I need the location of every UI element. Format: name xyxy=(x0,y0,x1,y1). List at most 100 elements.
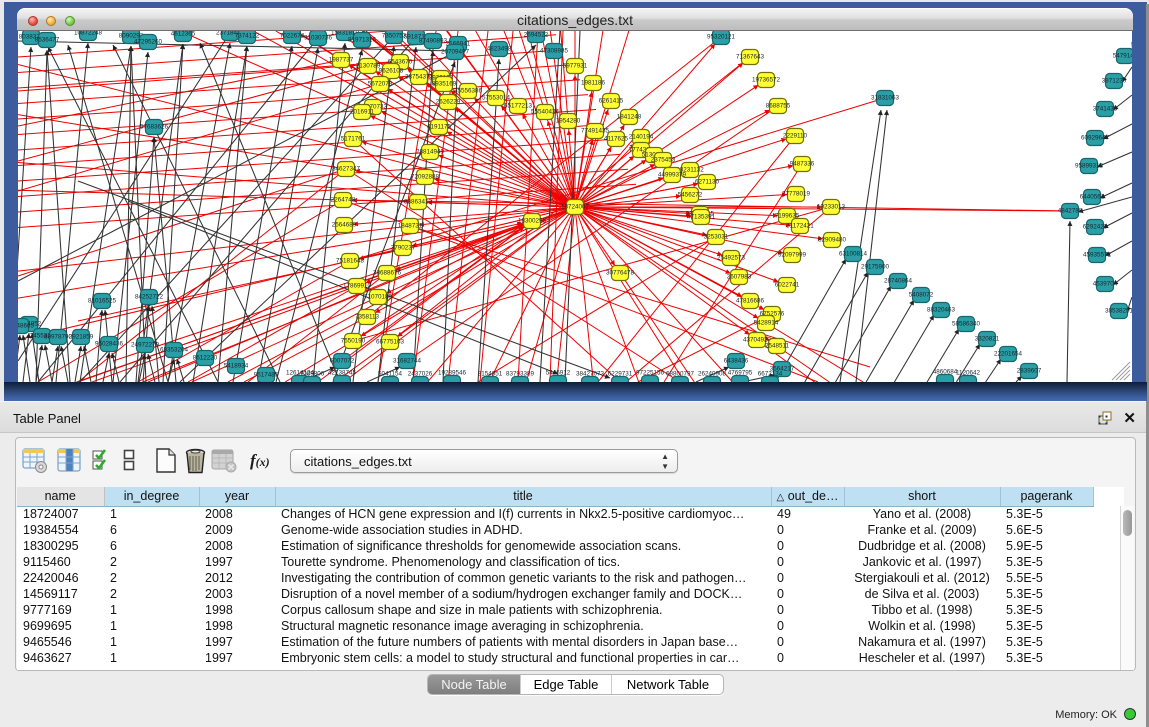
svg-text:5408072: 5408072 xyxy=(909,292,934,299)
svg-text:44999379: 44999379 xyxy=(658,172,687,179)
svg-text:4612365: 4612365 xyxy=(171,31,196,38)
svg-text:3607983: 3607983 xyxy=(727,274,752,281)
svg-text:81016525: 81016525 xyxy=(88,298,117,305)
svg-text:9626108: 9626108 xyxy=(379,68,404,75)
svg-text:6292423: 6292423 xyxy=(1083,224,1108,231)
svg-text:57683626: 57683626 xyxy=(140,124,169,131)
svg-text:18724007: 18724007 xyxy=(561,204,590,211)
svg-text:4823498: 4823498 xyxy=(487,46,512,53)
svg-text:29175900: 29175900 xyxy=(861,264,890,271)
svg-text:66775103: 66775103 xyxy=(376,339,405,346)
svg-text:6007072: 6007072 xyxy=(330,358,355,365)
svg-text:9487336: 9487336 xyxy=(790,161,815,168)
svg-text:28814949: 28814949 xyxy=(416,149,445,156)
svg-text:7022674: 7022674 xyxy=(280,33,305,40)
svg-text:8688755: 8688755 xyxy=(766,103,791,110)
svg-text:5428914: 5428914 xyxy=(754,320,779,327)
svg-text:75181648: 75181648 xyxy=(336,258,365,265)
svg-text:83793389: 83793389 xyxy=(506,371,535,378)
svg-text:5456272: 5456272 xyxy=(678,192,703,199)
svg-text:6271130: 6271130 xyxy=(695,179,720,186)
svg-text:47135391: 47135391 xyxy=(687,214,716,221)
svg-text:7358113: 7358113 xyxy=(355,314,380,321)
svg-text:1120642: 1120642 xyxy=(956,370,981,377)
svg-text:57553014: 57553014 xyxy=(482,95,511,102)
svg-text:38538251: 38538251 xyxy=(1105,308,1132,315)
svg-text:10872248: 10872248 xyxy=(74,31,103,37)
svg-text:6261415: 6261415 xyxy=(599,98,624,105)
svg-text:1987737: 1987737 xyxy=(329,57,354,64)
svg-text:84252722: 84252722 xyxy=(135,294,164,301)
svg-text:22201654: 22201654 xyxy=(994,351,1023,358)
svg-text:4860684: 4860684 xyxy=(933,369,958,376)
svg-text:2564689: 2564689 xyxy=(332,222,357,229)
svg-text:2229110: 2229110 xyxy=(783,133,808,140)
svg-text:5977931: 5977931 xyxy=(563,63,588,70)
svg-text:4191175: 4191175 xyxy=(427,124,452,131)
svg-text:4769795: 4769795 xyxy=(728,370,753,377)
svg-text:8935169: 8935169 xyxy=(432,81,457,88)
svg-text:58586340: 58586340 xyxy=(952,321,981,328)
svg-text:81971316: 81971316 xyxy=(348,37,377,44)
svg-text:31172421: 31172421 xyxy=(786,223,814,230)
svg-text:24972279: 24972279 xyxy=(131,342,160,349)
svg-text:6672134: 6672134 xyxy=(758,371,783,378)
svg-text:4842788: 4842788 xyxy=(1058,208,1083,215)
svg-text:31682744: 31682744 xyxy=(393,358,422,365)
svg-text:95320121: 95320121 xyxy=(707,34,736,41)
svg-text:82909480: 82909480 xyxy=(818,237,847,244)
svg-text:8536477: 8536477 xyxy=(35,37,60,44)
svg-text:45935572: 45935572 xyxy=(1083,252,1112,259)
svg-text:31831063: 31831063 xyxy=(871,95,900,102)
svg-text:38427073: 38427073 xyxy=(576,371,605,378)
svg-text:2921859: 2921859 xyxy=(69,334,94,341)
svg-text:6440561: 6440561 xyxy=(1080,194,1105,201)
svg-text:3790237: 3790237 xyxy=(391,245,416,252)
svg-text:34627347: 34627347 xyxy=(332,166,361,173)
svg-text:47295260: 47295260 xyxy=(134,39,163,46)
svg-text:1954280: 1954280 xyxy=(556,118,581,125)
svg-text:35556386: 35556386 xyxy=(454,88,483,95)
svg-text:92097999: 92097999 xyxy=(778,252,807,259)
svg-text:90048665: 90048665 xyxy=(18,323,34,330)
svg-text:25492573: 25492573 xyxy=(717,255,746,262)
svg-text:3253031: 3253031 xyxy=(704,234,729,241)
svg-text:5041154: 5041154 xyxy=(378,371,403,378)
svg-text:2264748: 2264748 xyxy=(331,197,356,204)
svg-text:55540424: 55540424 xyxy=(531,109,560,116)
svg-text:65177213: 65177213 xyxy=(504,103,533,110)
svg-text:30776478: 30776478 xyxy=(606,270,635,277)
svg-text:71367643: 71367643 xyxy=(736,54,765,61)
svg-text:3871230: 3871230 xyxy=(1102,78,1127,85)
svg-text:1848731: 1848731 xyxy=(398,223,423,230)
svg-text:2016911: 2016911 xyxy=(350,109,375,116)
svg-text:38688676: 38688676 xyxy=(373,270,402,277)
svg-text:96028436: 96028436 xyxy=(95,341,124,348)
svg-text:71070189: 71070189 xyxy=(364,294,393,301)
svg-text:8612220: 8612220 xyxy=(193,355,218,362)
svg-text:47816686: 47816686 xyxy=(736,298,765,305)
svg-text:68353204: 68353204 xyxy=(160,347,189,354)
svg-text:18300295: 18300295 xyxy=(518,218,547,225)
svg-text:6229731: 6229731 xyxy=(608,371,633,378)
svg-text:4539704: 4539704 xyxy=(1093,281,1118,288)
svg-text:1981186: 1981186 xyxy=(581,80,606,87)
svg-text:20709497: 20709497 xyxy=(441,49,470,56)
svg-text:2375453: 2375453 xyxy=(651,157,676,164)
svg-text:3154051: 3154051 xyxy=(478,371,503,378)
svg-text:72092888: 72092888 xyxy=(411,174,440,181)
svg-text:19233013: 19233013 xyxy=(817,204,846,211)
svg-text:7374122: 7374122 xyxy=(235,33,260,40)
svg-text:27778019: 27778019 xyxy=(782,191,811,198)
svg-text:42138745: 42138745 xyxy=(328,370,357,377)
svg-text:19289546: 19289546 xyxy=(438,370,467,377)
svg-text:2130789: 2130789 xyxy=(356,63,381,70)
svg-text:26240908: 26240908 xyxy=(698,371,727,378)
svg-text:95899313: 95899313 xyxy=(1075,163,1104,170)
svg-text:2839607: 2839607 xyxy=(1017,368,1042,375)
svg-text:87490893: 87490893 xyxy=(419,38,448,45)
svg-text:2548511: 2548511 xyxy=(765,343,790,350)
svg-text:60929647: 60929647 xyxy=(1081,135,1110,142)
svg-text:2437026: 2437026 xyxy=(408,371,433,378)
svg-text:77491435: 77491435 xyxy=(581,128,610,135)
